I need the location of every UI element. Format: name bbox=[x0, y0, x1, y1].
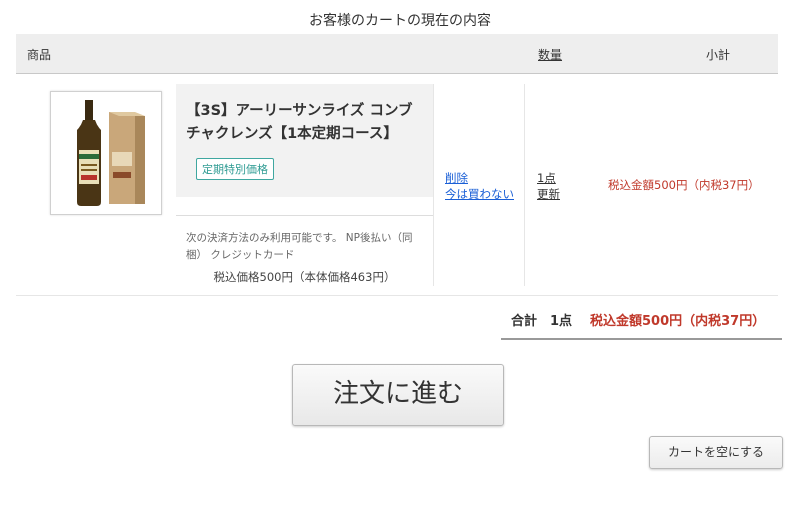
header-quantity-sort[interactable]: 数量 bbox=[538, 46, 562, 63]
divider bbox=[176, 215, 433, 216]
quantity-value[interactable]: 1点 bbox=[537, 170, 556, 186]
product-info: 【3S】アーリーサンライズ コンブチャクレンズ【1本定期コース】 定期特別価格 bbox=[176, 84, 433, 197]
item-subtotal: 税込金額500円（内税37円） bbox=[608, 178, 760, 192]
header-subtotal: 小計 bbox=[706, 48, 731, 62]
total-underline bbox=[501, 338, 782, 340]
header-product: 商品 bbox=[27, 48, 52, 62]
proceed-to-order-button[interactable]: 注文に進む bbox=[292, 364, 504, 426]
update-quantity-link[interactable]: 更新 bbox=[537, 186, 560, 202]
total-label: 合計 bbox=[511, 314, 538, 329]
divider bbox=[433, 84, 434, 286]
row-divider bbox=[16, 295, 778, 296]
unit-price-note: 税込価格500円（本体価格463円） bbox=[213, 270, 396, 284]
regular-price-badge: 定期特別価格 bbox=[196, 158, 274, 180]
kombucha-bottle-image bbox=[77, 100, 145, 206]
total-amount: 税込金額500円（内税37円） bbox=[590, 314, 766, 329]
cart-table-header: 商品 数量 小計 bbox=[16, 34, 778, 74]
product-name-link[interactable]: 【3S】アーリーサンライズ コンブチャクレンズ【1本定期コース】 bbox=[186, 100, 426, 146]
delete-item-link[interactable]: 削除 bbox=[445, 170, 468, 186]
empty-cart-button[interactable]: カートを空にする bbox=[649, 436, 783, 469]
page-title: お客様のカートの現在の内容 bbox=[309, 13, 491, 29]
save-for-later-link[interactable]: 今は買わない bbox=[445, 186, 514, 202]
divider bbox=[524, 84, 525, 286]
payment-method-note: 次の決済方法のみ利用可能です。 NP後払い（同梱） クレジットカード bbox=[186, 232, 413, 261]
product-image[interactable] bbox=[50, 91, 162, 215]
total-count: 1点 bbox=[550, 314, 573, 329]
